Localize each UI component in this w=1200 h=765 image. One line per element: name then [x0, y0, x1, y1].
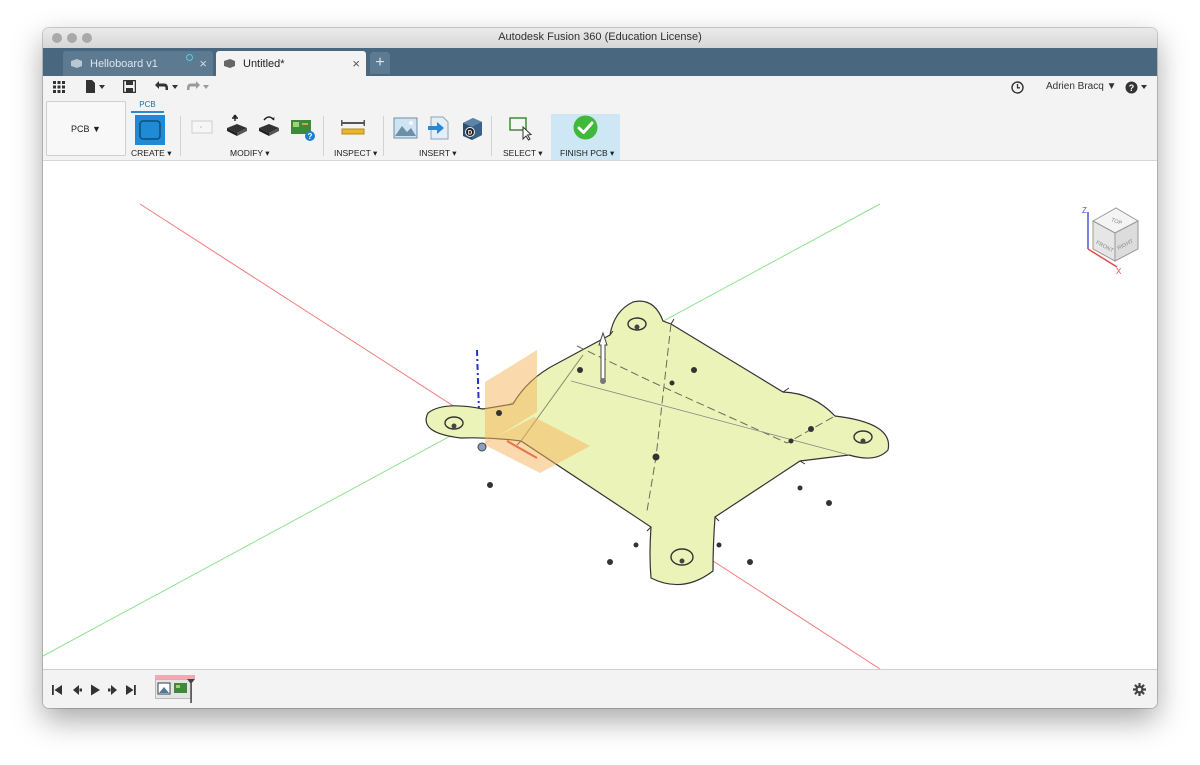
document-tab-bar: Helloboard v1 × Untitled* × + [43, 48, 1157, 76]
manipulator-point[interactable] [600, 378, 606, 384]
document-icon [224, 59, 235, 68]
separator [323, 116, 324, 156]
create-board-icon[interactable] [135, 115, 165, 145]
disabled-tool-icon [191, 120, 213, 134]
last-icon[interactable] [126, 685, 136, 695]
view-cube[interactable]: TOP FRONT RIGHT Z X [1082, 206, 1140, 276]
tab-label: Helloboard v1 [90, 57, 158, 70]
insert-image-icon[interactable] [393, 116, 419, 140]
svg-text:?: ? [308, 132, 313, 141]
settings-icon[interactable] [1133, 683, 1146, 696]
hole-center [451, 423, 457, 429]
origin-point[interactable] [477, 442, 487, 452]
finish-pcb-label[interactable]: FINISH PCB ▾ [560, 148, 614, 159]
pcb-properties-icon[interactable]: ? [288, 114, 316, 142]
center-point[interactable] [652, 453, 660, 461]
save-icon[interactable] [123, 80, 136, 93]
toolbar-ribbon: PCB ▼ PCB CREATE ▾ ? MODIFY ▾ INSPECT ▾ … [43, 98, 1157, 161]
undo-icon[interactable] [154, 81, 180, 92]
workspace-switcher[interactable]: PCB ▼ [46, 101, 126, 156]
scene-canvas[interactable]: TOP FRONT RIGHT Z X [43, 161, 1157, 670]
window-title: Autodesk Fusion 360 (Education License) [498, 31, 702, 43]
tab-helloboard[interactable]: Helloboard v1 × [63, 51, 213, 76]
insert-3d-package-icon[interactable]: D [459, 115, 485, 141]
checkmark-icon[interactable] [573, 115, 598, 140]
select-menu[interactable]: SELECT ▾ [503, 148, 543, 159]
grid-menu-icon[interactable] [53, 81, 65, 93]
close-tab-icon[interactable]: × [199, 56, 207, 71]
separator [180, 116, 181, 156]
play-icon[interactable] [91, 684, 100, 696]
svg-text:D: D [468, 131, 473, 137]
cloud-sync-icon [186, 54, 193, 61]
insert-derive-icon[interactable] [426, 115, 452, 141]
move-component-icon[interactable] [224, 114, 250, 140]
timeline-controls [52, 684, 136, 696]
tab-untitled[interactable]: Untitled* × [216, 51, 366, 76]
insert-menu[interactable]: INSERT ▾ [419, 148, 457, 159]
rotate-component-icon[interactable] [256, 114, 282, 140]
previous-icon[interactable] [73, 685, 82, 695]
user-menu[interactable]: Adrien Bracq ▼ [1046, 81, 1116, 92]
new-tab-button[interactable]: + [370, 52, 390, 74]
inspect-menu[interactable]: INSPECT ▾ [334, 148, 377, 159]
z-axis-line [476, 349, 480, 414]
hole-center [860, 438, 866, 444]
hole-center [634, 324, 640, 330]
x-axis-line [139, 203, 501, 437]
viewcube-z-label: Z [1082, 206, 1087, 215]
document-icon [71, 59, 82, 68]
file-menu-icon[interactable] [85, 80, 107, 93]
redo-icon[interactable] [186, 81, 212, 92]
timeline-features[interactable] [155, 679, 197, 703]
viewcube-x-label: X [1116, 267, 1122, 276]
tab-pcb[interactable]: PCB [131, 99, 164, 113]
separator [383, 116, 384, 156]
separator [491, 116, 492, 156]
timeline-bar [43, 669, 1157, 708]
next-icon[interactable] [108, 685, 117, 695]
first-icon[interactable] [52, 685, 62, 695]
clock-icon[interactable] [1011, 81, 1024, 94]
title-bar: Autodesk Fusion 360 (Education License) [43, 28, 1157, 49]
tab-label: Untitled* [243, 57, 285, 70]
close-tab-icon[interactable]: × [352, 56, 360, 71]
3d-viewport[interactable]: TOP FRONT RIGHT Z X [43, 161, 1157, 670]
help-icon[interactable]: ? [1125, 81, 1149, 94]
svg-text:?: ? [1129, 83, 1135, 93]
app-window: Autodesk Fusion 360 (Education License) … [43, 28, 1157, 708]
x-axis-line-far [709, 558, 881, 670]
measure-icon[interactable] [341, 120, 365, 136]
hole-center [679, 558, 685, 564]
quick-access-toolbar: Adrien Bracq ▼ ? [43, 76, 1157, 98]
create-menu[interactable]: CREATE ▾ [131, 148, 171, 159]
select-window-icon[interactable] [508, 115, 534, 141]
modify-menu[interactable]: MODIFY ▾ [230, 148, 270, 159]
